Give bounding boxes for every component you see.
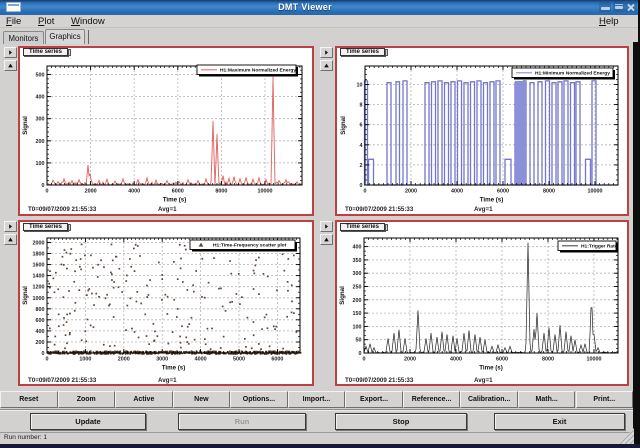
svg-text:10000: 10000 [587, 357, 602, 363]
svg-text:10000: 10000 [258, 189, 273, 195]
svg-text:8000: 8000 [542, 357, 554, 363]
svg-text:100: 100 [36, 161, 45, 167]
svg-text:8: 8 [360, 103, 363, 109]
svg-text:H1:Minimum Normalized Energy: H1:Minimum Normalized Energy [535, 71, 610, 77]
svg-text:5000: 5000 [233, 357, 245, 363]
svg-text:300: 300 [353, 271, 362, 277]
svg-text:400: 400 [36, 95, 45, 101]
svg-text:1800: 1800 [33, 252, 45, 258]
svg-text:2000: 2000 [404, 357, 416, 363]
svg-text:6000: 6000 [271, 357, 283, 363]
svg-text:0: 0 [46, 357, 49, 363]
svg-text:4000: 4000 [195, 357, 207, 363]
svg-text:150: 150 [353, 311, 362, 317]
svg-text:350: 350 [353, 258, 362, 264]
svg-text:2000: 2000 [85, 189, 97, 195]
svg-text:8000: 8000 [215, 189, 227, 195]
svg-text:H1:Maximum Normalized Energy: H1:Maximum Normalized Energy [220, 68, 296, 74]
svg-text:6000: 6000 [496, 357, 508, 363]
svg-text:Time (s): Time (s) [162, 365, 186, 372]
svg-text:200: 200 [36, 139, 45, 145]
svg-text:1400: 1400 [33, 274, 45, 280]
svg-text:0: 0 [46, 189, 49, 195]
svg-text:1000: 1000 [79, 357, 91, 363]
svg-text:1200: 1200 [33, 285, 45, 291]
svg-text:10: 10 [357, 83, 363, 89]
svg-text:Signal: Signal [22, 286, 29, 305]
svg-text:600: 600 [36, 318, 45, 324]
svg-text:6000: 6000 [172, 189, 184, 195]
svg-text:0: 0 [359, 351, 362, 357]
svg-text:Time (s): Time (s) [479, 365, 503, 372]
svg-text:100: 100 [353, 324, 362, 330]
svg-text:2: 2 [360, 163, 363, 169]
svg-text:4: 4 [360, 143, 363, 149]
svg-text:200: 200 [353, 298, 362, 304]
svg-text:2000: 2000 [405, 189, 417, 195]
svg-text:0: 0 [42, 183, 45, 189]
svg-text:6: 6 [360, 123, 363, 129]
svg-text:500: 500 [36, 73, 45, 79]
svg-text:Signal: Signal [22, 116, 29, 135]
svg-text:10000: 10000 [588, 189, 603, 195]
svg-text:0: 0 [364, 189, 367, 195]
svg-text:H1:Trigger Rate: H1:Trigger Rate [581, 244, 618, 250]
svg-text:300: 300 [36, 117, 45, 123]
svg-text:4000: 4000 [450, 357, 462, 363]
svg-text:50: 50 [356, 338, 362, 344]
svg-text:400: 400 [353, 245, 362, 251]
svg-text:8000: 8000 [543, 189, 555, 195]
svg-text:Time (s): Time (s) [480, 197, 504, 204]
svg-text:4000: 4000 [128, 189, 140, 195]
svg-text:Signal: Signal [340, 116, 347, 135]
svg-text:2000: 2000 [118, 357, 130, 363]
svg-text:200: 200 [36, 340, 45, 346]
svg-text:3000: 3000 [156, 357, 168, 363]
svg-text:H1:Time-Frequency scatter plot: H1:Time-Frequency scatter plot [213, 243, 287, 249]
svg-text:800: 800 [36, 307, 45, 313]
svg-text:0: 0 [363, 357, 366, 363]
svg-text:0: 0 [42, 351, 45, 357]
svg-text:2000: 2000 [33, 241, 45, 247]
svg-text:400: 400 [36, 329, 45, 335]
svg-text:Signal: Signal [339, 286, 346, 305]
svg-text:Time (s): Time (s) [163, 197, 187, 204]
svg-text:1600: 1600 [33, 263, 45, 269]
svg-text:1000: 1000 [33, 296, 45, 302]
svg-text:250: 250 [353, 285, 362, 291]
svg-text:4000: 4000 [451, 189, 463, 195]
svg-text:0: 0 [360, 183, 363, 189]
svg-text:6000: 6000 [497, 189, 509, 195]
